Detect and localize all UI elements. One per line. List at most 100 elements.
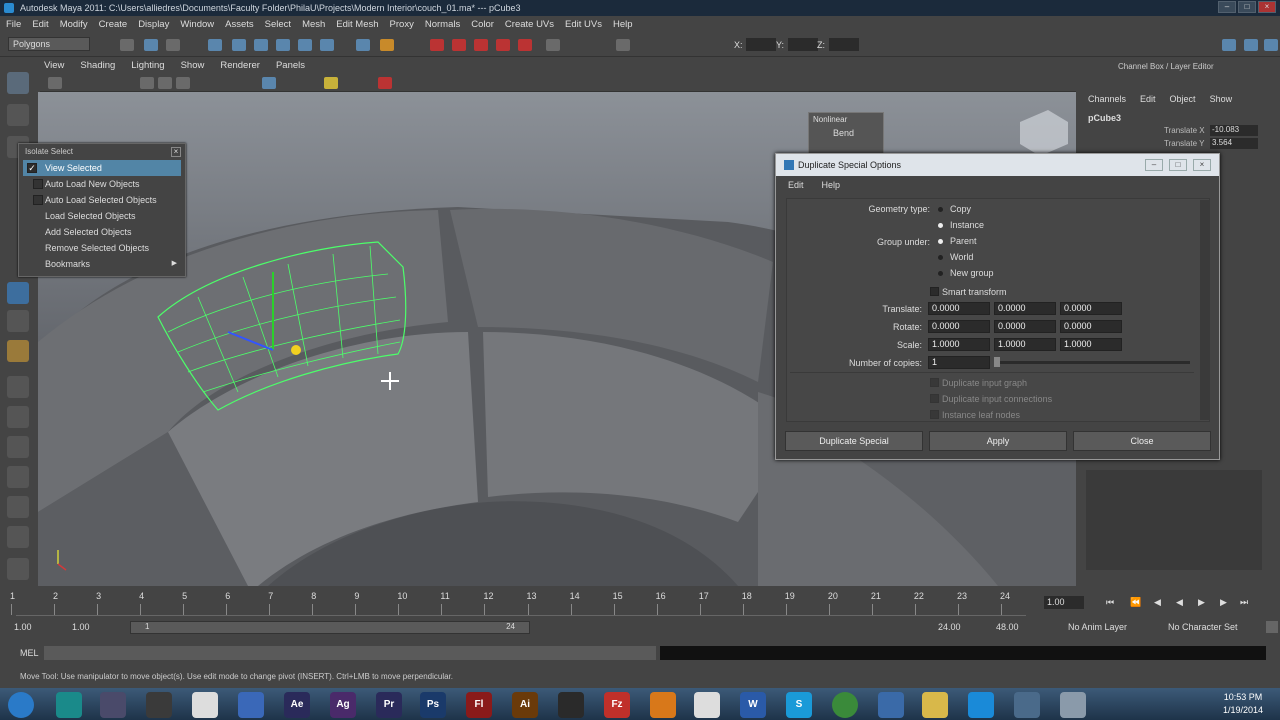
smooth-shade-icon[interactable] <box>158 77 172 89</box>
channel-box-toggle-icon[interactable] <box>1264 39 1278 51</box>
play-forward-icon[interactable]: ▶ <box>1198 597 1205 608</box>
menu-edit-uvs[interactable]: Edit UVs <box>565 19 602 30</box>
panel-menu-lighting[interactable]: Lighting <box>131 60 164 74</box>
render-settings-icon[interactable] <box>496 39 510 51</box>
dup-input-graph-checkbox[interactable] <box>930 378 939 387</box>
go-end-icon[interactable]: ⏭ <box>1240 597 1248 608</box>
rotate-x-field[interactable]: 0.0000 <box>928 320 990 333</box>
move-tool-icon[interactable] <box>7 282 29 304</box>
dialog-edit-menu[interactable]: Edit <box>788 180 804 190</box>
snap-curve-icon[interactable] <box>232 39 246 51</box>
skype-icon[interactable]: S <box>786 692 812 718</box>
render-frame-icon[interactable] <box>452 39 466 51</box>
isolate-item-bookmarks[interactable]: Bookmarks ▶ <box>19 256 185 272</box>
select-tool-icon[interactable] <box>7 72 29 94</box>
explorer-icon[interactable] <box>922 692 948 718</box>
isolate-item-auto-load-new[interactable]: Auto Load New Objects <box>19 176 185 192</box>
copies-slider-handle[interactable] <box>994 357 1000 367</box>
panel-menu-show[interactable]: Show <box>181 60 205 74</box>
duplicate-special-button[interactable]: Duplicate Special <box>785 431 923 451</box>
select-object-icon[interactable] <box>166 39 180 51</box>
character-set-dropdown[interactable]: No Character Set <box>1168 622 1238 632</box>
layout-hypershade-icon[interactable] <box>7 496 29 518</box>
range-slider[interactable]: 1 24 <box>130 621 530 634</box>
snap-view-icon[interactable] <box>276 39 290 51</box>
checkbox-icon[interactable] <box>33 179 43 189</box>
lights-icon[interactable] <box>324 77 338 89</box>
select-hierarchy-icon[interactable] <box>144 39 158 51</box>
media-app-icon[interactable] <box>694 692 720 718</box>
layout-four-icon[interactable] <box>7 406 29 428</box>
maya-taskbar-icon[interactable] <box>56 692 82 718</box>
step-back-key-icon[interactable]: ⏪ <box>1130 597 1141 608</box>
radio-copy[interactable] <box>938 207 943 212</box>
mel-input[interactable] <box>44 646 656 660</box>
playback-end-field[interactable]: 24.00 <box>938 622 961 632</box>
panel-menu-panels[interactable]: Panels <box>276 60 305 74</box>
lasso-tool-icon[interactable] <box>7 104 29 126</box>
cb-object-menu[interactable]: Object <box>1170 94 1196 104</box>
play-back-icon[interactable]: ◀ <box>1176 597 1183 608</box>
hypershade-icon[interactable] <box>518 39 532 51</box>
attribute-editor-toggle-icon[interactable] <box>1222 39 1236 51</box>
translate-y-value[interactable]: 3.564 <box>1210 138 1258 149</box>
render-icon[interactable] <box>356 39 370 51</box>
ipr-render-icon[interactable] <box>474 39 488 51</box>
snap-point-icon[interactable] <box>254 39 268 51</box>
clock-time[interactable]: 10:53 PM <box>1218 692 1268 702</box>
radio-parent[interactable] <box>938 239 943 244</box>
rotate-y-field[interactable]: 0.0000 <box>994 320 1056 333</box>
copies-slider-track[interactable] <box>994 361 1190 364</box>
render-view-icon[interactable] <box>430 39 444 51</box>
x-field[interactable] <box>746 38 776 51</box>
start-button-icon[interactable] <box>8 692 34 718</box>
app-taskbar-icon[interactable] <box>100 692 126 718</box>
panel-menu-renderer[interactable]: Renderer <box>220 60 260 74</box>
end-time-field[interactable]: 48.00 <box>996 622 1019 632</box>
time-slider[interactable]: 1 2 3 4 5 6 7 8 9 10 11 12 13 14 15 16 17 18 19 20 21 22 23 24 … <box>0 588 1280 616</box>
window-app-icon[interactable] <box>1014 692 1040 718</box>
layout-persp-outliner-icon[interactable] <box>7 436 29 458</box>
audition-icon[interactable]: Ag <box>330 692 356 718</box>
scale-y-field[interactable]: 1.0000 <box>994 338 1056 351</box>
close-button[interactable]: Close <box>1073 431 1211 451</box>
photoshop-icon[interactable]: Ps <box>420 692 446 718</box>
menu-window[interactable]: Window <box>180 19 214 30</box>
word-icon[interactable]: W <box>740 692 766 718</box>
maximize-button[interactable]: □ <box>1238 1 1256 13</box>
menu-create[interactable]: Create <box>99 19 128 30</box>
start-time-field[interactable]: 1.00 <box>14 622 32 632</box>
menu-color[interactable]: Color <box>471 19 494 30</box>
textured-icon[interactable] <box>176 77 190 89</box>
input-line-icon[interactable] <box>546 39 560 51</box>
translate-z-field[interactable]: 0.0000 <box>1060 302 1122 315</box>
isolate-item-add-selected[interactable]: Add Selected Objects <box>19 224 185 240</box>
radio-new-group[interactable] <box>938 271 943 276</box>
wireframe-icon[interactable] <box>140 77 154 89</box>
isolate-item-remove-selected[interactable]: Remove Selected Objects <box>19 240 185 256</box>
panel-menu-view[interactable]: View <box>44 60 64 74</box>
dialog-maximize-button[interactable]: □ <box>1169 159 1187 171</box>
dialog-help-menu[interactable]: Help <box>822 180 841 190</box>
radio-world[interactable] <box>938 255 943 260</box>
preferences-icon[interactable] <box>1266 621 1278 633</box>
menu-edit[interactable]: Edit <box>32 19 48 30</box>
layout-graph-icon[interactable] <box>7 466 29 488</box>
browser-taskbar-icon[interactable] <box>238 692 264 718</box>
app2-taskbar-icon[interactable] <box>146 692 172 718</box>
app-window-icon[interactable] <box>1060 692 1086 718</box>
cb-show-menu[interactable]: Show <box>1210 94 1233 104</box>
lock-icon[interactable] <box>380 39 394 51</box>
isolate-close-icon[interactable]: × <box>171 147 181 157</box>
illustrator-icon[interactable]: Ai <box>512 692 538 718</box>
tool-settings-toggle-icon[interactable] <box>1244 39 1258 51</box>
premiere-icon[interactable]: Pr <box>376 692 402 718</box>
channels-menu[interactable]: Channels <box>1088 94 1126 104</box>
camera-icon[interactable] <box>48 77 62 89</box>
history-icon[interactable] <box>320 39 334 51</box>
isolate-item-auto-load-selected[interactable]: Auto Load Selected Objects <box>19 192 185 208</box>
flash-icon[interactable]: Fl <box>466 692 492 718</box>
radio-instance[interactable] <box>938 223 943 228</box>
new-scene-icon[interactable] <box>120 39 134 51</box>
step-forward-icon[interactable]: ▶ <box>1220 597 1227 608</box>
